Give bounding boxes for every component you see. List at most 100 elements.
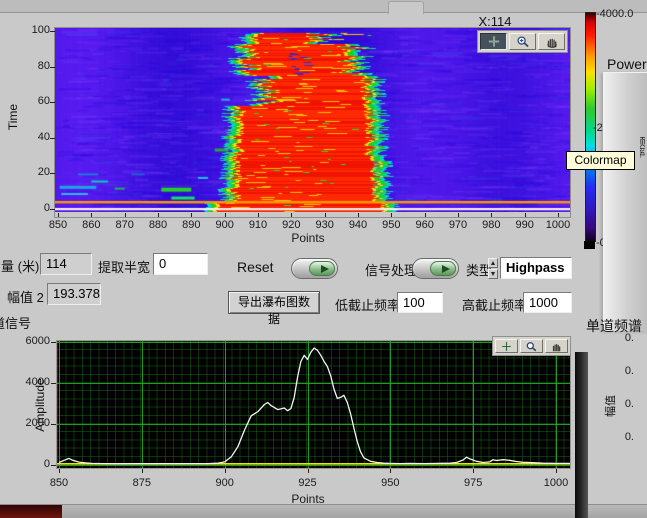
x-tick-mark xyxy=(142,469,143,473)
x-tick-label: 880 xyxy=(141,219,175,231)
spinner-up-icon[interactable] xyxy=(488,258,498,268)
right-side-panel xyxy=(603,72,647,331)
x-tick-label: 860 xyxy=(74,219,108,231)
x-tick-label: 925 xyxy=(291,477,325,489)
export-waterfall-button[interactable]: 导出瀑布图数据 xyxy=(228,291,320,314)
spinner-down-icon[interactable] xyxy=(488,269,498,279)
distance-label: 量 (米) xyxy=(1,256,39,275)
window-bottom-strip xyxy=(0,504,647,518)
x-tick-mark xyxy=(358,213,359,217)
spectrogram-canvas[interactable] xyxy=(55,28,570,212)
x-tick-mark xyxy=(458,213,459,217)
bottom-graph-toolbar xyxy=(492,336,571,356)
filter-type-combo[interactable]: Highpass xyxy=(500,257,572,279)
colorbar-marker xyxy=(584,241,595,249)
signal-processing-toggle-knob xyxy=(430,261,456,276)
x-tick-mark xyxy=(291,213,292,217)
pan-tool-button[interactable] xyxy=(538,33,565,50)
x-tick-mark xyxy=(125,213,126,217)
reset-toggle-knob xyxy=(309,261,335,276)
reset-label: Reset xyxy=(237,259,274,275)
low-cutoff-input[interactable]: 100 xyxy=(397,292,443,313)
pan-tool-icon xyxy=(544,35,560,48)
waveform-trace xyxy=(57,341,570,468)
panel-divider xyxy=(575,352,588,518)
colorbar-max-label: -4000.0 xyxy=(596,8,633,20)
y-tick-mark xyxy=(50,67,55,68)
signal-processing-label: 信号处理 xyxy=(365,260,417,279)
x-tick-label: 960 xyxy=(408,219,442,231)
x-tick-mark xyxy=(525,213,526,217)
y-tick-mark xyxy=(50,209,55,210)
window-top-strip xyxy=(0,0,647,13)
cursor-tool-button[interactable] xyxy=(495,339,518,353)
y-tick-mark xyxy=(51,424,56,425)
x-tick-mark xyxy=(225,469,226,473)
y-tick-label: 4000 xyxy=(18,376,50,388)
x-tick-mark xyxy=(58,213,59,217)
waveform-plot[interactable] xyxy=(56,340,571,469)
pan-tool-icon xyxy=(550,341,563,352)
x-tick-label: 870 xyxy=(108,219,142,231)
y-tick-label: 20 xyxy=(20,166,50,178)
zoom-tool-icon xyxy=(515,35,531,48)
x-tick-label: 920 xyxy=(274,219,308,231)
amplitude2-indicator: 193.378 xyxy=(47,283,101,305)
x-tick-mark xyxy=(390,469,391,473)
x-tick-mark xyxy=(558,213,559,217)
spectrum-y-tick-label: 0. xyxy=(608,365,634,377)
x-tick-label: 850 xyxy=(41,219,75,231)
x-tick-mark xyxy=(325,213,326,217)
y-tick-mark xyxy=(50,173,55,174)
y-tick-label: 40 xyxy=(20,131,50,143)
y-tick-mark xyxy=(50,102,55,103)
reset-toggle[interactable] xyxy=(291,258,338,279)
top-graph-toolbar xyxy=(477,30,568,53)
cursor-tool-icon xyxy=(486,35,502,48)
pan-tool-button[interactable] xyxy=(545,339,568,353)
x-tick-label: 975 xyxy=(456,477,490,489)
half-width-input[interactable]: 0 xyxy=(153,253,208,275)
low-cutoff-label: 低截止频率 xyxy=(335,295,400,314)
y-tick-label: 6000 xyxy=(18,335,50,347)
x-tick-mark xyxy=(158,213,159,217)
power-label: Power xyxy=(607,56,647,72)
y-tick-label: 2000 xyxy=(18,417,50,429)
zoom-tool-button[interactable] xyxy=(520,339,543,353)
signal-processing-toggle[interactable] xyxy=(412,258,459,279)
window-tab xyxy=(388,1,424,14)
colormap-tooltip: Colormap xyxy=(566,151,635,170)
x-tick-mark xyxy=(225,213,226,217)
x-tick-mark xyxy=(59,469,60,473)
x-tick-label: 940 xyxy=(341,219,375,231)
x-tick-mark xyxy=(425,213,426,217)
x-tick-label: 900 xyxy=(208,477,242,489)
type-spinner[interactable] xyxy=(488,258,498,279)
x-tick-label: 850 xyxy=(42,477,76,489)
cursor-tool-button[interactable] xyxy=(480,33,507,50)
x-tick-mark xyxy=(473,469,474,473)
spectrogram-plot[interactable] xyxy=(54,27,571,218)
x-tick-mark xyxy=(191,213,192,217)
x-tick-label: 930 xyxy=(308,219,342,231)
x-tick-mark xyxy=(91,213,92,217)
y-tick-label: 0 xyxy=(18,458,50,470)
high-cutoff-input[interactable]: 1000 xyxy=(523,292,572,313)
zoom-tool-button[interactable] xyxy=(509,33,536,50)
x-tick-label: 950 xyxy=(374,219,408,231)
y-tick-mark xyxy=(51,383,56,384)
y-tick-label: 80 xyxy=(20,60,50,72)
y-tick-mark xyxy=(51,465,56,466)
y-tick-mark xyxy=(51,342,56,343)
x-tick-label: 910 xyxy=(241,219,275,231)
x-tick-label: 900 xyxy=(208,219,242,231)
half-width-label: 提取半宽 xyxy=(98,257,150,276)
spectrogram-x-axis-title: Points xyxy=(278,231,338,245)
y-tick-label: 60 xyxy=(20,95,50,107)
y-tick-mark xyxy=(50,138,55,139)
x-tick-label: 990 xyxy=(508,219,542,231)
y-tick-label: 0 xyxy=(20,202,50,214)
spectrum-y-tick-label: 0. xyxy=(608,431,634,443)
high-cutoff-label: 高截止频率 xyxy=(462,295,527,314)
y-tick-mark xyxy=(50,31,55,32)
